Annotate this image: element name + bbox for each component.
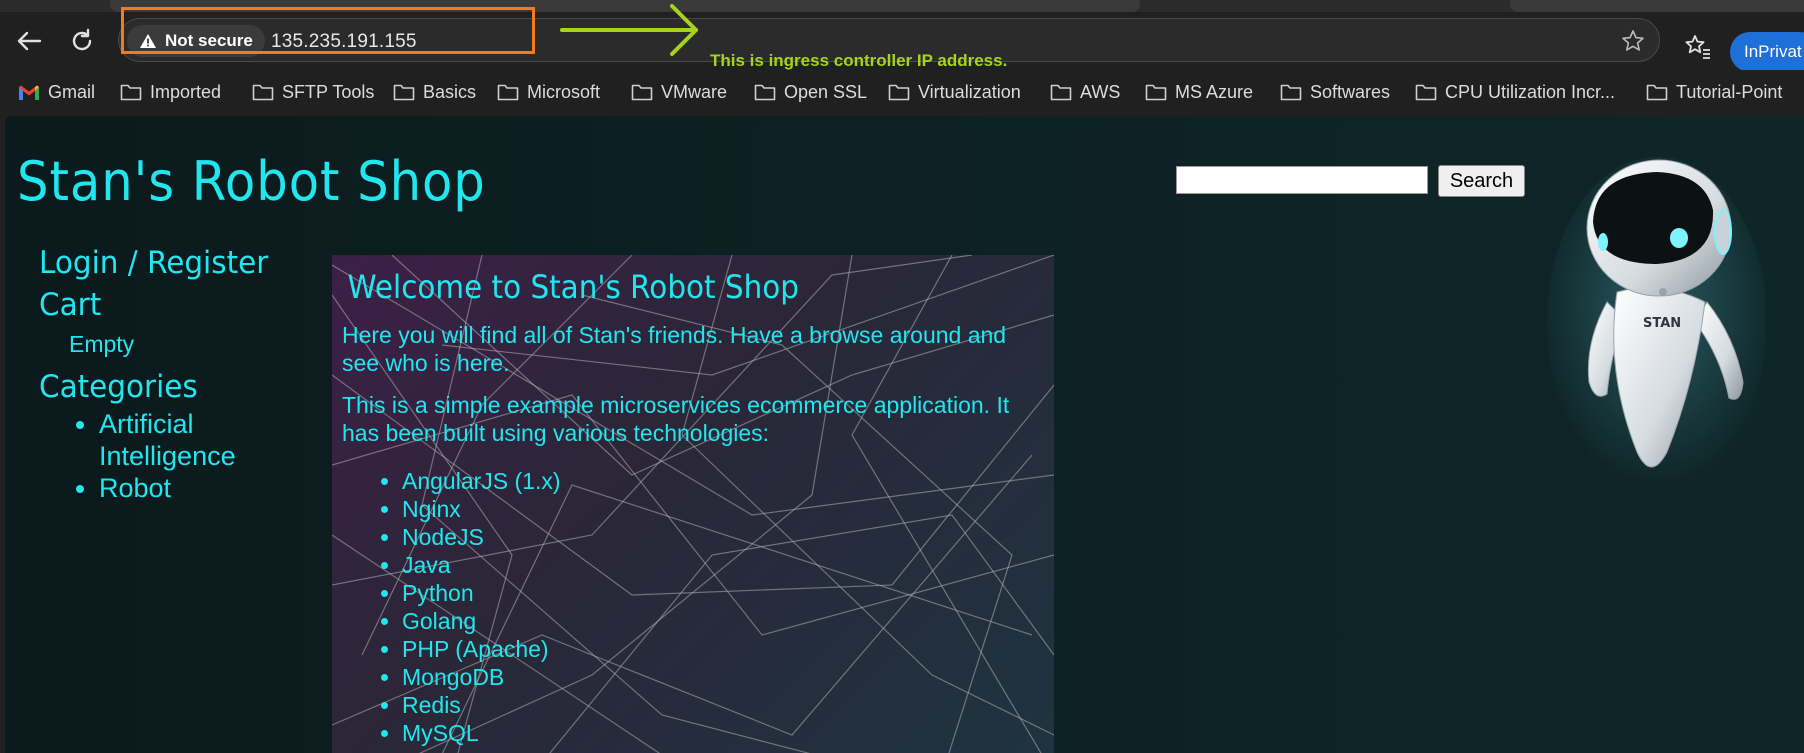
intro-text: Here you will find all of Stan's friends… (342, 322, 1007, 376)
star-icon[interactable] (1621, 29, 1645, 53)
bookmark-label: Imported (150, 81, 222, 102)
category-item-ai[interactable]: Artificial Intelligence (99, 408, 259, 472)
back-button[interactable] (12, 24, 46, 58)
folder-icon (1280, 84, 1302, 101)
bookmark-folder[interactable]: Microsoft (497, 80, 600, 104)
list-item: Golang (402, 607, 1044, 635)
list-item: Java (402, 551, 1044, 579)
list-item: NodeJS (402, 523, 1044, 551)
browser-tab[interactable] (1510, 0, 1804, 12)
search-input[interactable] (1176, 166, 1428, 194)
bookmark-folder[interactable]: AWS (1050, 80, 1120, 104)
bookmark-label: MS Azure (1175, 81, 1254, 102)
bookmark-folder[interactable]: Softwares (1280, 80, 1390, 104)
bookmarks-bar: Gmail Imported SFTP Tools Basics Microso… (0, 70, 1804, 112)
stan-robot-mascot: STAN (1547, 157, 1765, 487)
folder-icon (393, 84, 415, 101)
inprivate-button[interactable]: InPrivat (1730, 32, 1804, 72)
list-item: Python (402, 579, 1044, 607)
tab-strip (0, 0, 1804, 12)
sidebar-nav: Login / Register Cart Empty Categories A… (39, 242, 280, 504)
folder-icon (754, 84, 776, 101)
bookmark-folder[interactable]: Open SSL (754, 80, 867, 104)
bookmark-gmail[interactable]: Gmail (18, 80, 95, 104)
gmail-icon (19, 85, 39, 100)
bookmark-folder[interactable]: Virtualization (888, 80, 1021, 104)
not-secure-label: Not secure (165, 31, 253, 50)
categories-heading: Categories (39, 369, 198, 405)
bookmark-label: CPU Utilization Incr... (1445, 81, 1616, 102)
folder-icon (1145, 84, 1167, 101)
welcome-heading: Welcome to Stan's Robot Shop (347, 268, 799, 306)
bookmark-folder[interactable]: Imported (120, 80, 221, 104)
refresh-button[interactable] (65, 24, 99, 58)
bookmark-label: Tutorial-Point (1676, 81, 1783, 102)
cart-status: Empty (69, 331, 135, 357)
back-arrow-icon (17, 31, 42, 51)
folder-icon (1050, 84, 1072, 101)
welcome-panel: Welcome to Stan's Robot Shop Here you wi… (332, 255, 1054, 753)
category-list: Artificial Intelligence Robot (39, 408, 280, 504)
page-viewport: Stan's Robot Shop Search Login / Registe… (5, 116, 1804, 753)
bookmark-folder[interactable]: Tutorial-Point (1646, 80, 1782, 104)
search-button[interactable]: Search (1438, 165, 1525, 197)
bookmark-label: Softwares (1310, 81, 1391, 102)
list-item: AngularJS (1.x) (402, 467, 1044, 495)
cart-link[interactable]: Cart (39, 284, 268, 326)
folder-icon (631, 84, 653, 101)
warning-icon (140, 34, 156, 48)
bookmark-label: Open SSL (784, 81, 868, 102)
bookmark-label: Gmail (48, 81, 96, 102)
list-item: PHP (Apache) (402, 635, 1044, 663)
folder-icon (120, 84, 142, 101)
folder-icon (888, 84, 910, 101)
list-item: MongoDB (402, 663, 1044, 691)
bookmark-label: Virtualization (918, 81, 1021, 102)
bookmark-folder[interactable]: SFTP Tools (252, 80, 374, 104)
bookmark-folder[interactable]: CPU Utilization Incr... (1415, 80, 1615, 104)
login-register-link[interactable]: Login / Register (39, 242, 268, 284)
bookmark-label: SFTP Tools (282, 81, 375, 102)
robot-label: STAN (1643, 316, 1681, 331)
page-title: Stan's Robot Shop (17, 150, 486, 213)
folder-icon (1415, 84, 1437, 101)
annotation-text: This is ingress controller IP address. (710, 51, 1008, 70)
bookmark-label: VMware (661, 81, 728, 102)
bookmark-label: Basics (423, 81, 477, 102)
refresh-icon (72, 28, 92, 51)
list-item: Redis (402, 691, 1044, 719)
folder-icon (252, 84, 274, 101)
favorites-icon[interactable] (1684, 34, 1712, 60)
list-item: MySQL (402, 719, 1044, 747)
bookmark-folder[interactable]: VMware (631, 80, 727, 104)
list-item: Nginx (402, 495, 1044, 523)
url-text[interactable]: 135.235.191.155 (271, 31, 417, 53)
description-text: This is a simple example microservices e… (342, 392, 1010, 446)
bookmark-folder[interactable]: Basics (393, 80, 476, 104)
folder-icon (497, 84, 519, 101)
bookmark-label: Microsoft (527, 81, 601, 102)
annotation-arrow-icon (560, 4, 698, 56)
site-info-chip[interactable]: Not secure (127, 25, 265, 57)
folder-icon (1646, 84, 1668, 101)
category-item-robot[interactable]: Robot (99, 472, 280, 504)
bookmark-label: AWS (1080, 81, 1121, 102)
bookmark-folder[interactable]: MS Azure (1145, 80, 1253, 104)
technology-list: AngularJS (1.x) Nginx NodeJS Java Python… (342, 467, 1044, 747)
